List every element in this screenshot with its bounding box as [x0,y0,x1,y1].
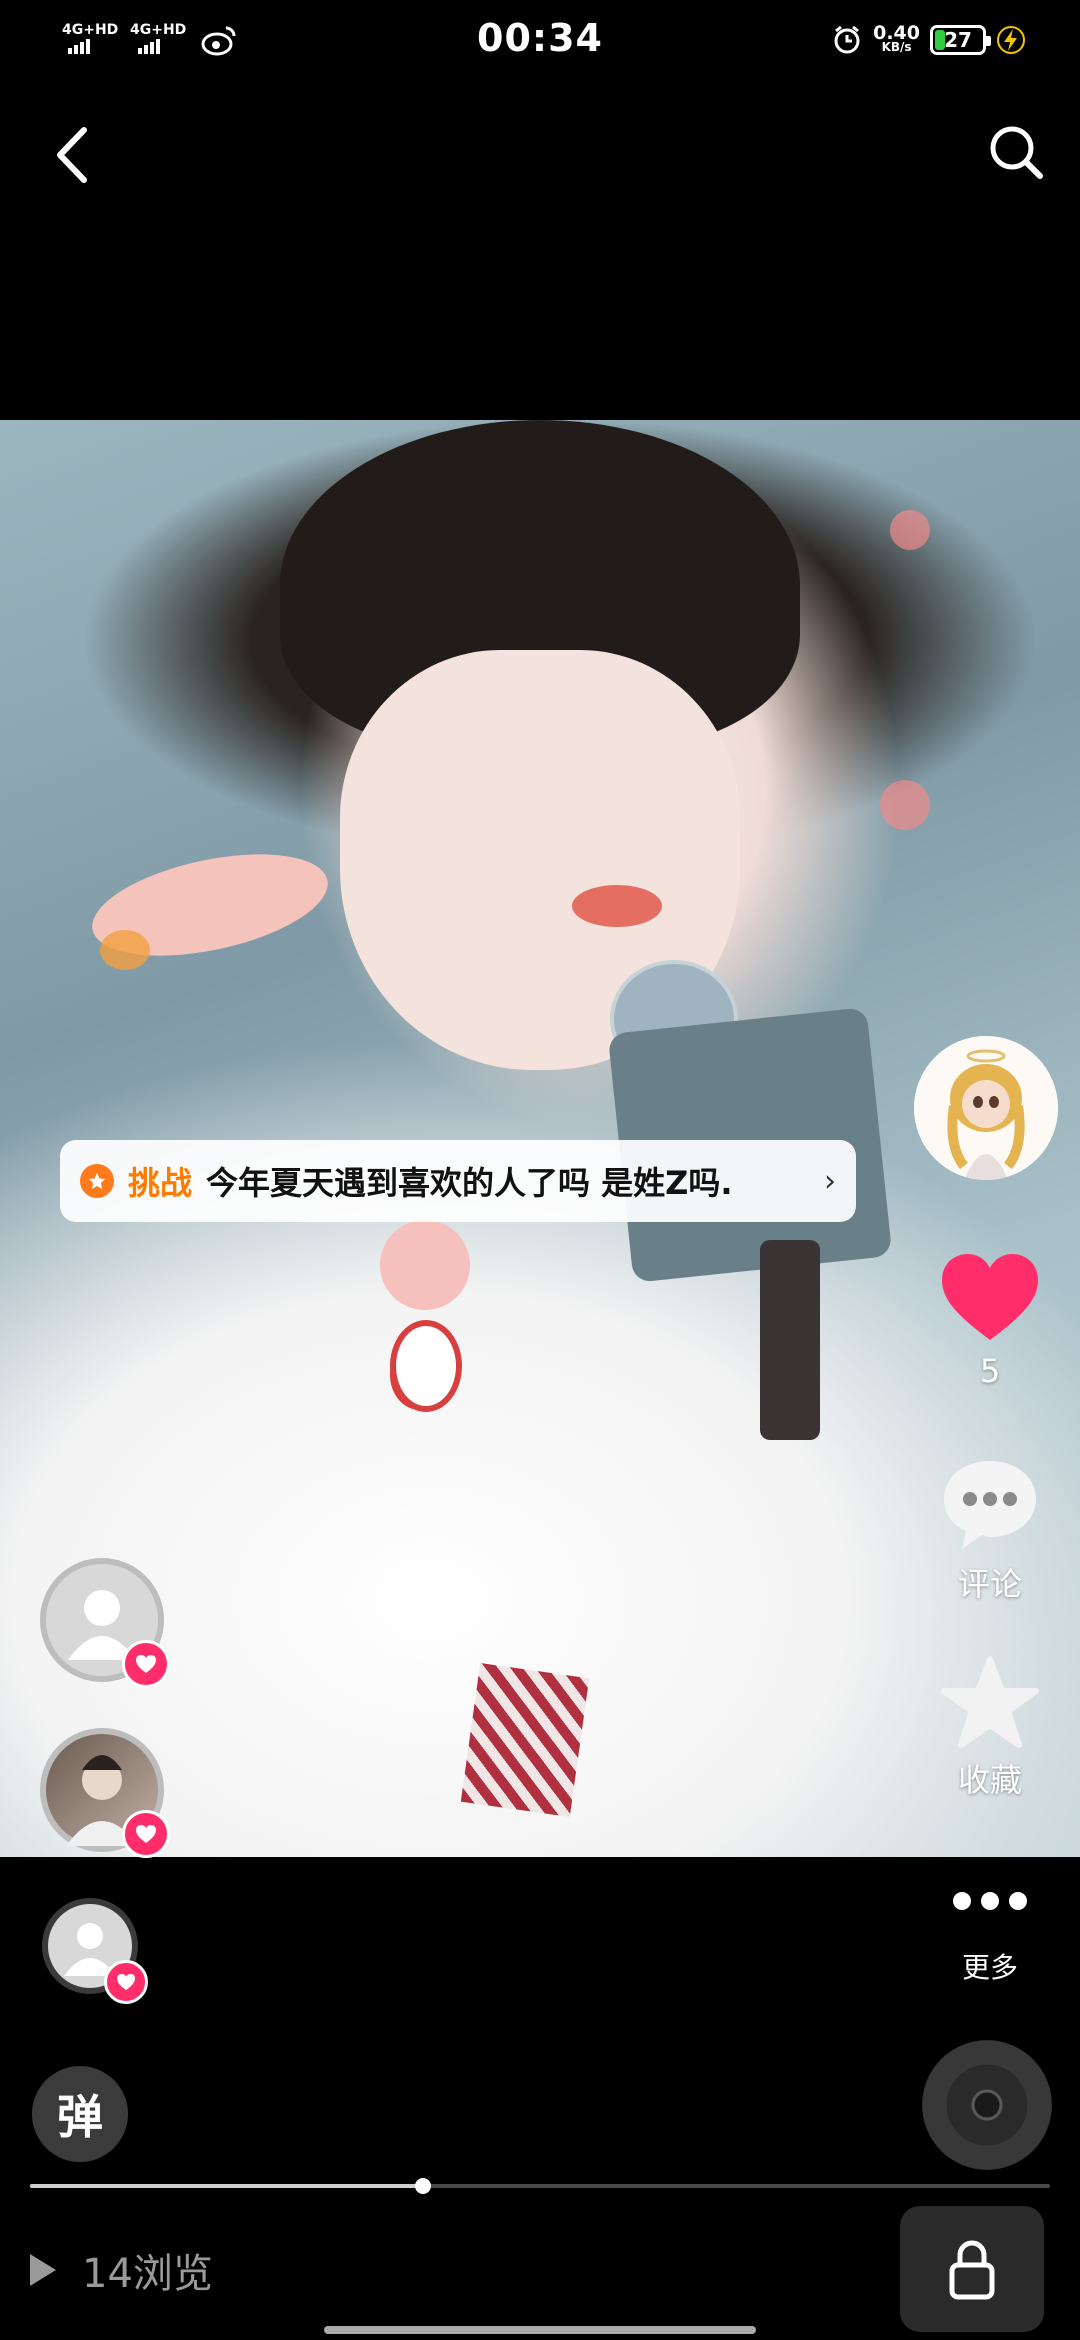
charging-bolt-icon [997,26,1025,54]
author-avatar[interactable] [914,1036,1058,1180]
video-lips [572,885,662,927]
home-indicator[interactable] [324,2326,756,2334]
comment-button[interactable]: 评论 [930,1455,1050,1605]
like-button[interactable]: 5 [930,1250,1050,1400]
challenge-banner[interactable]: 挑战 今年夏天遇到喜欢的人了吗 是姓Z吗. › [60,1140,856,1222]
favorite-label: 收藏 [957,1761,1022,1799]
network-speed: 0.40 KB/s [873,22,920,55]
viewer-avatar[interactable] [40,1558,170,1688]
alarm-icon [834,25,860,54]
video-petal [880,780,930,830]
play-icon [30,2254,56,2286]
more-dots-icon [930,1892,1050,1910]
heart-icon [942,1254,1038,1340]
challenge-icon [80,1164,114,1198]
status-right-group: 0.40 KB/s 27 [831,18,1026,62]
video-petal [890,510,930,550]
video-petal [100,930,150,970]
speed-value: 0.40 [873,22,920,44]
more-label: 更多 [961,1951,1018,1984]
my-avatar[interactable] [42,1898,148,2004]
video-badge [390,1320,462,1412]
chevron-left-icon [57,127,87,183]
battery-icon: 27 [930,25,991,55]
lock-icon [949,2240,995,2300]
video-gimbal [760,1240,820,1440]
like-count: 5 [979,1352,1001,1390]
heart-badge-icon [104,1960,148,2004]
view-count-label: 14浏览 [82,2251,213,2297]
search-button[interactable] [978,114,1058,194]
more-button[interactable]: 更多 [930,1880,1050,1990]
video-petal [380,1220,470,1310]
status-bar: 4G+HD 4G+HD 00:34 0.40 KB/s 27 [0,0,1080,84]
heart-badge-icon [122,1640,170,1688]
speed-unit: KB/s [881,40,912,54]
favorite-button[interactable]: 收藏 [930,1655,1050,1805]
video-player[interactable] [0,420,1080,1857]
danmu-button[interactable]: 弹 [32,2066,128,2162]
star-icon [941,1656,1039,1748]
progress-bar[interactable] [30,2178,1050,2194]
challenge-title: 今年夏天遇到喜欢的人了吗 是姓Z吗. [206,1164,733,1202]
music-disc[interactable] [922,2040,1052,2170]
doll-avatar-image [914,1036,1058,1180]
view-count[interactable]: 14浏览 [30,2240,213,2300]
danmu-label: 弹 [57,2090,103,2144]
progress-thumb[interactable] [414,2178,431,2194]
battery-level: 27 [944,28,972,52]
lock-button[interactable] [900,2206,1044,2332]
comment-bubble-icon [944,1461,1036,1549]
search-icon [990,126,1043,179]
chevron-right-icon: › [824,1163,836,1199]
viewer-avatar[interactable] [40,1728,170,1858]
heart-badge-icon [122,1810,170,1858]
video-tie [460,1663,590,1817]
progress-fill [30,2184,423,2188]
challenge-tag: 挑战 [128,1164,193,1202]
comment-label: 评论 [957,1565,1022,1603]
back-button[interactable] [40,110,110,200]
